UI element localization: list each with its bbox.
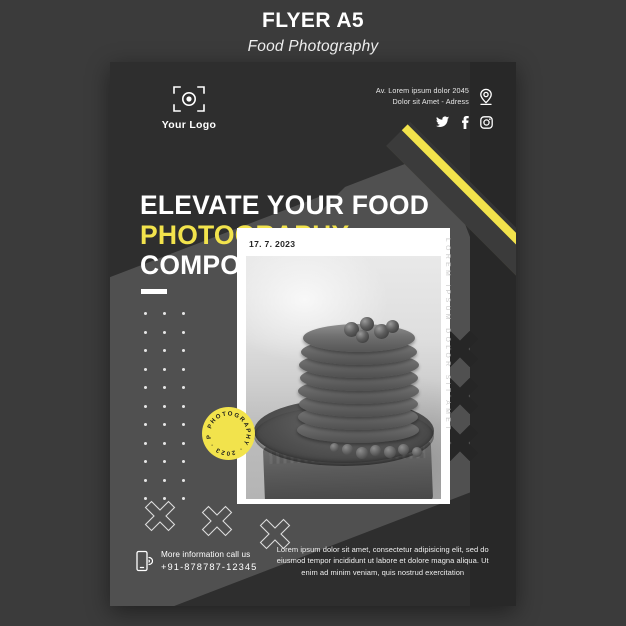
- vertical-label-text: LOREM IPSUM DOLOR SIT AMET: [444, 238, 451, 433]
- header-contact-block: Av. Lorem ipsum dolor 2045 Dolor sit Ame…: [376, 86, 494, 129]
- phone-ring-icon: [136, 550, 154, 572]
- dot: [158, 435, 177, 454]
- dot: [177, 361, 196, 380]
- badge-circular-text: PHOTOGRAPHY · 2023 · PHOTO: [202, 407, 252, 457]
- contact-phone[interactable]: +91-878787-12345: [161, 561, 257, 574]
- flyer-footer: More information call us +91-878787-1234…: [110, 544, 516, 578]
- contact-block: More information call us +91-878787-1234…: [136, 544, 257, 574]
- dot: [139, 472, 158, 491]
- dot: [139, 398, 158, 417]
- dot: [177, 342, 196, 361]
- dot: [177, 379, 196, 398]
- twitter-icon[interactable]: [436, 116, 449, 129]
- screenshot-root: FLYER A5 Food Photography Your Logo Av. …: [0, 0, 626, 626]
- logo-text: Your Logo: [161, 119, 217, 131]
- photo-date: 17. 7. 2023: [249, 239, 296, 249]
- facebook-icon[interactable]: [458, 116, 471, 129]
- dot: [177, 435, 196, 454]
- dot: [158, 472, 177, 491]
- headline-line-1: ELEVATE YOUR FOOD: [140, 190, 430, 220]
- dot: [139, 435, 158, 454]
- contact-label: More information call us: [161, 549, 251, 559]
- dot: [177, 416, 196, 435]
- dot: [158, 342, 177, 361]
- caption-subtitle: Food Photography: [247, 38, 379, 55]
- vertical-label: LOREM IPSUM DOLOR SIT AMET: [444, 238, 451, 468]
- x-mark-outline: [195, 499, 239, 543]
- flyer-artboard: Your Logo Av. Lorem ipsum dolor 2045 Dol…: [110, 62, 516, 606]
- x-mark-outline: [138, 494, 182, 538]
- photo-card: 17. 7. 2023: [237, 228, 450, 504]
- dot: [177, 453, 196, 472]
- dot: [158, 324, 177, 343]
- instagram-icon[interactable]: [480, 116, 493, 129]
- camera-focus-icon: [172, 84, 206, 114]
- dot: [177, 324, 196, 343]
- dot: [158, 361, 177, 380]
- photography-badge: PHOTOGRAPHY · 2023 · PHOTO: [202, 407, 255, 460]
- map-pin-icon: [478, 88, 494, 106]
- dot: [139, 361, 158, 380]
- dot: [139, 324, 158, 343]
- footer-body-text: Lorem ipsum dolor sit amet, consectetur …: [276, 544, 489, 577]
- caption-title: FLYER A5: [261, 9, 364, 32]
- dot: [139, 379, 158, 398]
- dot: [177, 398, 196, 417]
- dot: [139, 342, 158, 361]
- flyer-header: Your Logo Av. Lorem ipsum dolor 2045 Dol…: [110, 62, 516, 131]
- dot-grid: [139, 305, 196, 509]
- dot: [158, 398, 177, 417]
- address-line-2: Dolor sit Amet - Adress: [392, 96, 469, 106]
- dot: [158, 305, 177, 324]
- dot: [158, 416, 177, 435]
- address-line-1: Av. Lorem ipsum dolor 2045: [375, 86, 469, 95]
- dot: [158, 453, 177, 472]
- food-photograph: [246, 256, 441, 499]
- dot: [177, 472, 196, 491]
- address-text: Av. Lorem ipsum dolor 2045 Dolor sit Ame…: [376, 86, 469, 107]
- dot: [139, 305, 158, 324]
- svg-text:PHOTOGRAPHY · 2023 · PHOTO: PHOTOGRAPHY · 2023 · PHOTO: [202, 407, 252, 457]
- dot: [139, 453, 158, 472]
- accent-bar: [141, 289, 167, 294]
- contact-lines: More information call us +91-878787-1234…: [161, 549, 257, 574]
- pancake-stack: [297, 311, 419, 443]
- social-links[interactable]: [376, 116, 494, 129]
- logo: Your Logo: [144, 84, 234, 131]
- preview-caption: FLYER A5 Food Photography: [0, 8, 626, 58]
- dot: [158, 379, 177, 398]
- dot: [139, 416, 158, 435]
- dot: [177, 305, 196, 324]
- address-row: Av. Lorem ipsum dolor 2045 Dolor sit Ame…: [376, 86, 494, 107]
